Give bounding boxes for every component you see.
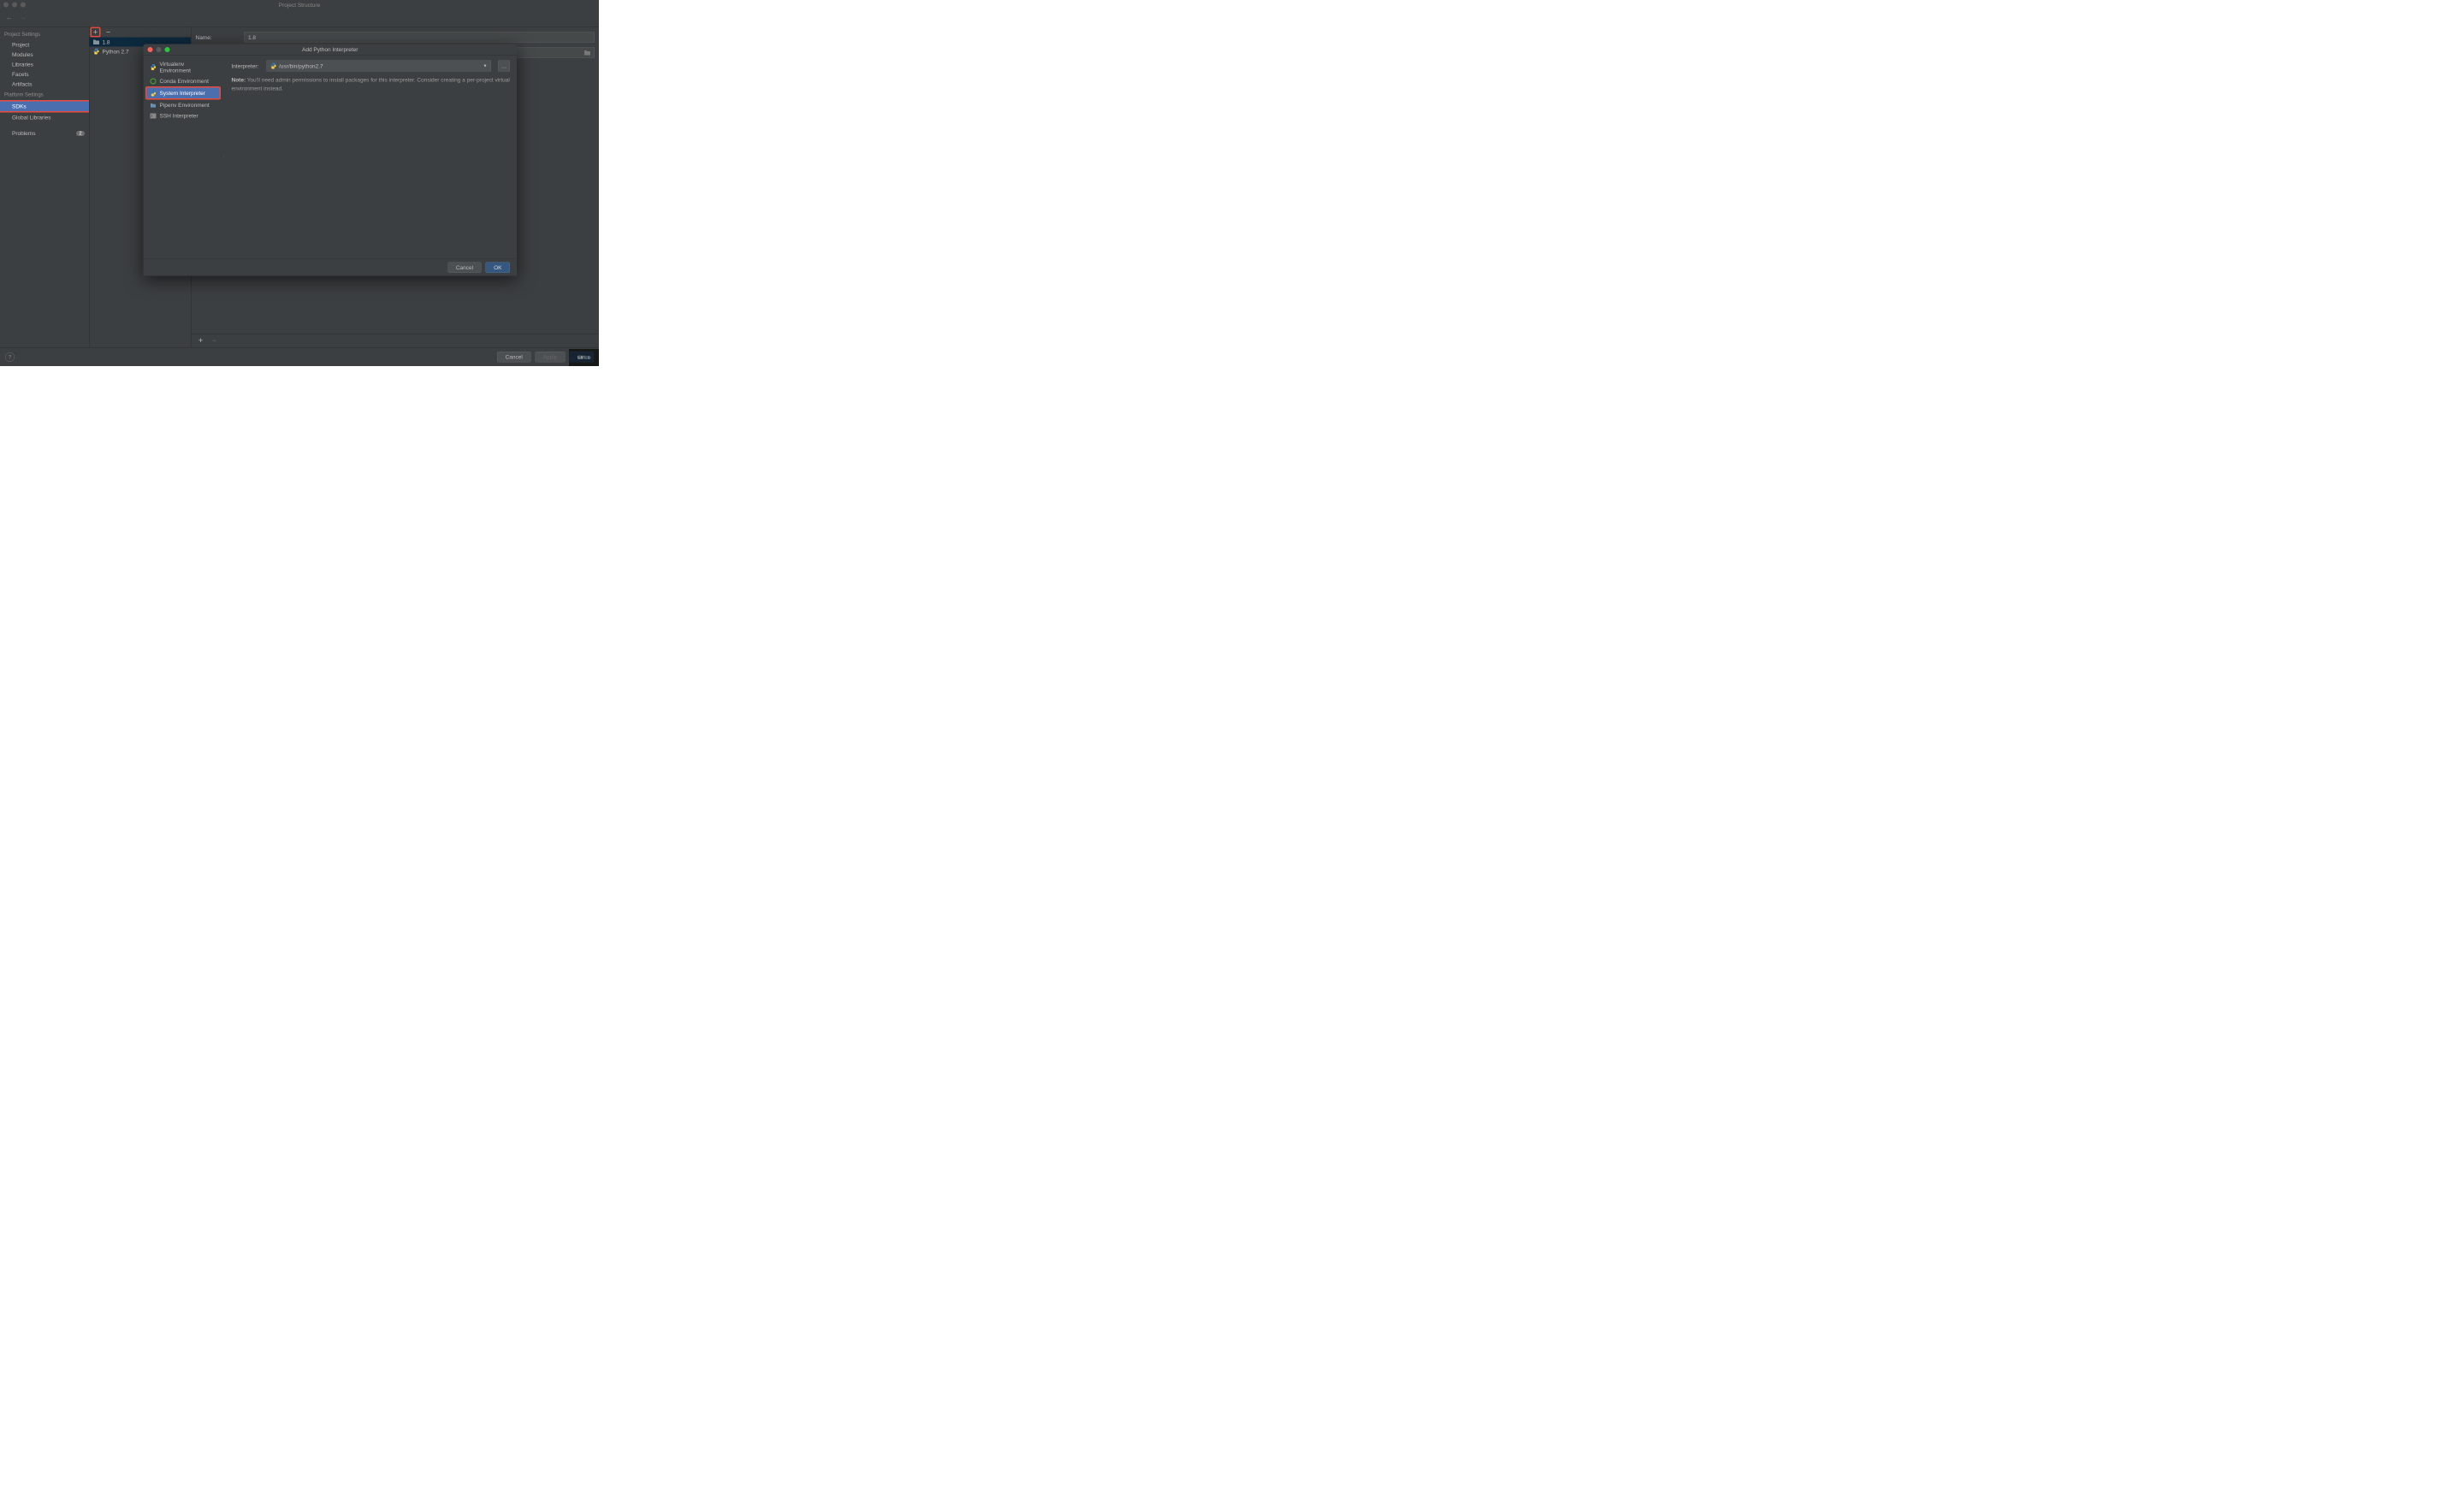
sidebar-heading-project: Project Settings xyxy=(0,29,89,40)
conda-icon xyxy=(151,78,157,84)
zoom-dialog-icon[interactable] xyxy=(165,47,170,52)
dialog-sidebar-system-interpreter[interactable]: System Interpreter xyxy=(147,88,220,99)
terminal-icon xyxy=(151,113,157,118)
dialog-ok-button[interactable]: OK xyxy=(486,263,510,274)
interpreter-value: /usr/bin/python2.7 xyxy=(279,62,323,69)
python-icon xyxy=(151,64,157,70)
dialog-title: Add Python Interpreter xyxy=(302,46,358,53)
dialog-footer: ? Cancel Apply OK xyxy=(0,347,599,366)
sdk-item-label: 1.8 xyxy=(103,38,110,45)
add-python-interpreter-dialog: Add Python Interpreter Virtualenv Enviro… xyxy=(144,44,518,276)
sidebar-item-libraries[interactable]: Libraries xyxy=(0,60,89,70)
admin-note: Note: You'll need admin permissions to i… xyxy=(232,76,511,93)
add-item-button[interactable]: + xyxy=(196,335,206,346)
python-icon xyxy=(270,63,276,69)
sdk-item-label: Python 2.7 xyxy=(103,48,129,55)
remove-sdk-button[interactable]: − xyxy=(104,27,114,38)
help-button[interactable]: ? xyxy=(5,352,15,362)
sidebar-item-problems[interactable]: Problems 2 xyxy=(0,128,89,139)
minimize-window-icon[interactable] xyxy=(12,3,17,8)
dialog-sidebar-label: SSH Interpreter xyxy=(160,113,198,120)
chevron-down-icon: ▼ xyxy=(483,63,488,68)
dialog-sidebar-label: Virtualenv Environment xyxy=(160,61,216,74)
pipenv-icon xyxy=(151,103,157,108)
nav-toolbar: ← → xyxy=(0,9,599,27)
sidebar-item-project[interactable]: Project xyxy=(0,40,89,50)
interpreter-label: Interpreter: xyxy=(232,62,263,69)
sidebar-item-modules[interactable]: Modules xyxy=(0,50,89,60)
add-sdk-button[interactable]: + xyxy=(91,27,101,38)
zoom-window-icon[interactable] xyxy=(21,3,26,8)
dialog-sidebar-ssh[interactable]: SSH Interpreter xyxy=(147,110,220,121)
python-icon xyxy=(151,90,157,96)
apply-button[interactable]: Apply xyxy=(535,352,565,363)
folder-icon xyxy=(93,38,100,45)
dialog-sidebar-label: System Interpreter xyxy=(160,90,205,97)
sidebar-item-global-libraries[interactable]: Global Libraries xyxy=(0,113,89,123)
minimize-dialog-icon[interactable] xyxy=(157,47,162,52)
name-input[interactable]: 1.8 xyxy=(245,33,595,43)
dialog-sidebar-virtualenv[interactable]: Virtualenv Environment xyxy=(147,59,220,76)
sidebar-item-facets[interactable]: Facets xyxy=(0,69,89,80)
dialog-sidebar-label: Conda Environment xyxy=(160,78,209,85)
titlebar: Project Structure xyxy=(0,0,599,9)
close-window-icon[interactable] xyxy=(3,3,9,8)
interpreter-dropdown[interactable]: /usr/bin/python2.7 ▼ xyxy=(267,61,492,72)
name-label: Name: xyxy=(196,34,240,41)
back-button[interactable]: ← xyxy=(4,13,15,24)
dialog-cancel-button[interactable]: Cancel xyxy=(447,263,481,274)
python-icon xyxy=(93,48,100,55)
window-title: Project Structure xyxy=(279,2,320,9)
remove-item-button[interactable]: − xyxy=(210,335,220,346)
settings-sidebar: Project Settings Project Modules Librari… xyxy=(0,27,89,348)
close-dialog-icon[interactable] xyxy=(148,47,153,52)
watermark: 创新互联 xyxy=(569,349,599,366)
dialog-sidebar-conda[interactable]: Conda Environment xyxy=(147,76,220,87)
problems-badge: 2 xyxy=(76,131,85,136)
sidebar-heading-platform: Platform Settings xyxy=(0,89,89,100)
interpreter-type-sidebar: Virtualenv Environment Conda Environment… xyxy=(144,56,223,259)
dialog-sidebar-pipenv[interactable]: Pipenv Environment xyxy=(147,100,220,111)
dialog-titlebar: Add Python Interpreter xyxy=(144,44,518,56)
dialog-sidebar-label: Pipenv Environment xyxy=(160,102,210,109)
browse-button[interactable]: … xyxy=(498,61,510,72)
cancel-button[interactable]: Cancel xyxy=(497,352,530,363)
browse-folder-icon[interactable] xyxy=(584,50,591,56)
forward-button[interactable]: → xyxy=(18,13,28,24)
sidebar-item-sdks[interactable]: SDKs xyxy=(0,100,91,113)
sidebar-item-artifacts[interactable]: Artifacts xyxy=(0,80,89,90)
